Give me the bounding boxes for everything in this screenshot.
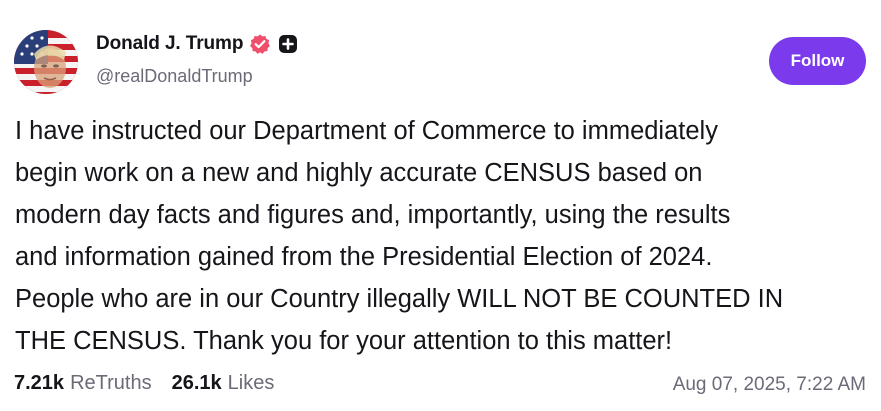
post-stats: 7.21k ReTruths 26.1k Likes bbox=[14, 372, 294, 395]
post-text-line: modern day facts and figures and, import… bbox=[15, 201, 731, 229]
post-timestamp[interactable]: Aug 07, 2025, 7:22 AM bbox=[673, 374, 866, 396]
author-name-row: Donald J. Trump bbox=[96, 33, 299, 55]
retruths-label: ReTruths bbox=[70, 372, 152, 394]
likes-stat[interactable]: 26.1k Likes bbox=[172, 372, 275, 395]
author-display-name[interactable]: Donald J. Trump bbox=[96, 33, 243, 55]
plus-icon bbox=[277, 33, 299, 55]
post-text-line: THE CENSUS. Thank you for your attention… bbox=[15, 327, 673, 355]
retruths-stat[interactable]: 7.21k ReTruths bbox=[14, 372, 152, 395]
likes-count: 26.1k bbox=[171, 372, 222, 394]
verified-icon bbox=[249, 33, 271, 55]
avatar-image bbox=[14, 30, 78, 94]
post-text-line: begin work on a new and highly accurate … bbox=[15, 159, 703, 187]
follow-button[interactable]: Follow bbox=[769, 37, 866, 85]
post-text-line: People who are in our Country illegally … bbox=[15, 285, 784, 313]
post-text: I have instructed our Department of Comm… bbox=[15, 110, 870, 362]
post-card: Donald J. Trump @realDonaldTrump Follow … bbox=[0, 0, 881, 411]
post-text-line: I have instructed our Department of Comm… bbox=[15, 117, 718, 145]
post-text-line: and information gained from the Presiden… bbox=[15, 243, 713, 271]
retruths-count: 7.21k bbox=[14, 372, 65, 394]
likes-label: Likes bbox=[227, 372, 275, 394]
author-handle[interactable]: @realDonaldTrump bbox=[96, 66, 253, 87]
avatar[interactable] bbox=[14, 30, 78, 94]
